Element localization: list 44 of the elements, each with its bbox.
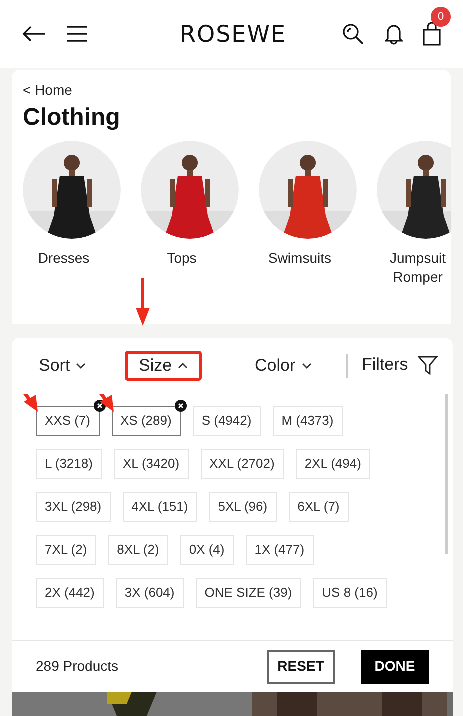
size-chip[interactable]: 5XL (96) xyxy=(209,492,277,522)
done-button[interactable]: DONE xyxy=(361,650,429,684)
size-chip[interactable]: M (4373) xyxy=(272,406,343,436)
size-chip[interactable]: 6XL (7) xyxy=(288,492,349,522)
menu-icon[interactable] xyxy=(67,26,87,42)
chevron-down-icon xyxy=(302,363,312,369)
category-label[interactable]: Swimsuits xyxy=(268,249,332,268)
filter-icon xyxy=(418,354,438,375)
size-chip[interactable]: 4XL (151) xyxy=(122,492,198,522)
size-chip[interactable]: 3X (604) xyxy=(116,578,184,608)
size-chip[interactable]: 3XL (298) xyxy=(36,492,111,522)
size-chip[interactable]: 2X (442) xyxy=(36,578,104,608)
filter-tab[interactable]: Size xyxy=(125,351,202,381)
product-count: 289 Products xyxy=(36,657,118,676)
filter-tab[interactable]: Color xyxy=(244,351,323,381)
size-chip[interactable]: XXS (7) xyxy=(36,406,100,436)
category-label[interactable]: Tops xyxy=(167,249,197,268)
category-label[interactable]: Dresses xyxy=(38,249,90,268)
shopping-bag-icon[interactable] xyxy=(423,22,441,46)
size-chip[interactable]: 7XL (2) xyxy=(36,535,96,565)
size-chip[interactable]: 1X (477) xyxy=(246,535,314,565)
size-chip[interactable]: S (4942) xyxy=(192,406,261,436)
bell-icon[interactable] xyxy=(385,23,403,45)
reset-button[interactable]: RESET xyxy=(267,650,335,684)
size-chip[interactable]: 0X (4) xyxy=(180,535,234,565)
category-label[interactable]: Jumpsuit Romper xyxy=(390,249,446,287)
cart-count-badge: 0 xyxy=(431,7,451,27)
size-chip[interactable]: 8XL (2) xyxy=(108,535,168,565)
size-chip[interactable]: XL (3420) xyxy=(114,449,189,479)
back-icon[interactable] xyxy=(22,25,46,43)
size-chip[interactable]: XXL (2702) xyxy=(200,449,284,479)
breadcrumb-link[interactable]: < Home xyxy=(12,70,72,101)
chevron-up-icon xyxy=(178,363,188,369)
size-chip[interactable]: ONE SIZE (39) xyxy=(196,578,302,608)
remove-icon[interactable] xyxy=(174,400,187,412)
chevron-down-icon xyxy=(76,363,86,369)
filter-tab[interactable]: Sort xyxy=(28,351,98,381)
logo[interactable]: ROSEWE xyxy=(180,18,286,52)
size-chip[interactable]: 2XL (494) xyxy=(296,449,370,479)
size-chip[interactable]: L (3218) xyxy=(36,449,102,479)
size-chip[interactable]: US 8 (16) xyxy=(313,578,387,608)
search-icon[interactable] xyxy=(342,23,364,45)
page-title: Clothing xyxy=(22,103,120,133)
filters-button[interactable]: Filters xyxy=(362,352,438,378)
